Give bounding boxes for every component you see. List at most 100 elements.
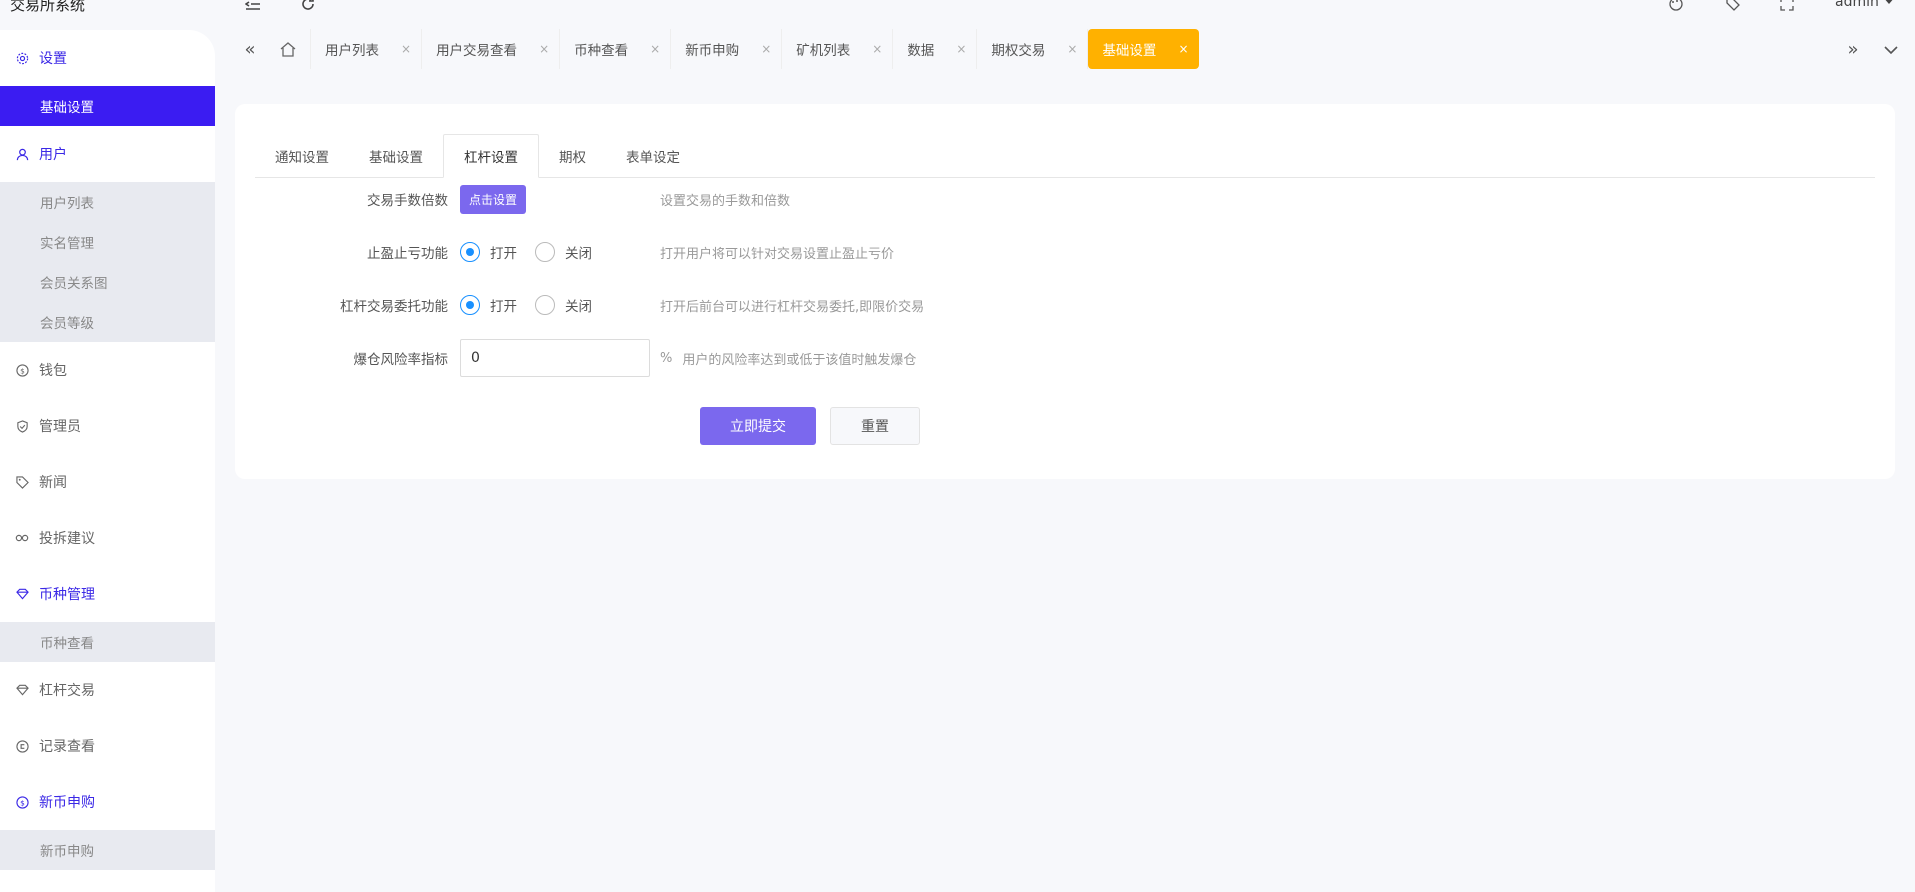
sidebar-group-1: 用户 用户列表 实名管理 会员关系图 会员等级 bbox=[0, 126, 215, 342]
sidebar-item[interactable]: 新币申购 bbox=[0, 830, 215, 870]
diamond-icon bbox=[15, 683, 29, 697]
stop-profit-loss-hint: 打开用户将可以针对交易设置止盈止亏价 bbox=[660, 246, 895, 262]
leverage-entrust-label: 杠杆交易委托功能 bbox=[340, 299, 448, 315]
settings-tab[interactable]: 杠杆设置 bbox=[443, 134, 539, 178]
liquidation-risk-input[interactable] bbox=[460, 339, 650, 377]
liquidation-risk-hint: 用户的风险率达到或低于该值时触发爆仓 bbox=[682, 352, 917, 368]
sidebar-menu-7[interactable]: 杠杆交易 bbox=[0, 662, 215, 718]
sidebar-menu-9[interactable]: $ 新币申购 bbox=[0, 774, 215, 830]
tabs-right-controls: » bbox=[1834, 29, 1910, 69]
reset-button[interactable]: 重置 bbox=[830, 407, 920, 445]
page-tab[interactable]: 期权交易 × bbox=[977, 29, 1089, 69]
sidebar-menu-2[interactable]: $ 钱包 bbox=[0, 342, 215, 398]
sidebar-menu-label: 记录查看 bbox=[39, 739, 95, 755]
entrust-on-radio[interactable]: 打开 bbox=[460, 295, 517, 315]
link-icon bbox=[15, 531, 29, 545]
percent-unit: % bbox=[660, 350, 673, 366]
page-tab[interactable]: 矿机列表 × bbox=[782, 29, 894, 69]
entrust-off-radio[interactable]: 关闭 bbox=[535, 295, 592, 315]
page-tab[interactable]: 用户列表 × bbox=[311, 29, 423, 69]
tag-icon[interactable] bbox=[1725, 0, 1741, 15]
settings-tab[interactable]: 基础设置 bbox=[349, 134, 443, 178]
tabs-scroll-left-icon[interactable]: « bbox=[235, 29, 265, 69]
page-tab[interactable]: 币种查看 × bbox=[560, 29, 672, 69]
radio-unchecked-icon bbox=[535, 242, 555, 262]
stop-profit-loss-label: 止盈止亏功能 bbox=[367, 246, 448, 262]
home-icon[interactable] bbox=[265, 29, 311, 69]
radio-label: 打开 bbox=[490, 299, 517, 315]
page-tab-label: 用户列表 bbox=[325, 43, 379, 59]
sidebar-group-9: $ 新币申购 新币申购 bbox=[0, 774, 215, 870]
svg-text:$: $ bbox=[20, 798, 25, 807]
close-icon[interactable]: × bbox=[401, 42, 411, 56]
tabs-dropdown-icon[interactable] bbox=[1872, 39, 1910, 60]
tabs-scroll-right-icon[interactable]: » bbox=[1834, 39, 1872, 60]
sidebar-menu-label: 投拆建议 bbox=[39, 531, 95, 547]
sidebar-menu-8[interactable]: 记录查看 bbox=[0, 718, 215, 774]
sidebar-menu-label: 币种管理 bbox=[39, 587, 95, 603]
fee-multiplier-hint: 设置交易的手数和倍数 bbox=[660, 193, 791, 209]
close-icon[interactable]: × bbox=[956, 42, 966, 56]
sidebar: 设置 基础设置 用户 用户列表 实名管理 会员关系图 会员等级 $ 钱包 管理员 新闻投拆建议币种管… bbox=[0, 30, 215, 892]
gear-icon bbox=[15, 51, 29, 65]
page-tab[interactable]: 基础设置 × bbox=[1088, 29, 1199, 69]
sidebar-menu-label: 杠杆交易 bbox=[39, 683, 95, 699]
caret-down-icon bbox=[1882, 0, 1895, 4]
close-icon[interactable]: × bbox=[539, 42, 549, 56]
submit-button[interactable]: 立即提交 bbox=[700, 407, 816, 445]
menu-fold-icon[interactable] bbox=[244, 0, 261, 15]
sidebar-menu-5[interactable]: 投拆建议 bbox=[0, 510, 215, 566]
close-icon[interactable]: × bbox=[872, 42, 882, 56]
close-icon[interactable]: × bbox=[761, 42, 771, 56]
settings-tab[interactable]: 通知设置 bbox=[255, 134, 349, 178]
sidebar-menu-4[interactable]: 新闻 bbox=[0, 454, 215, 510]
dollar-icon: $ bbox=[15, 363, 29, 377]
sidebar-group-3: 管理员 bbox=[0, 398, 215, 454]
close-icon[interactable]: × bbox=[1067, 42, 1077, 56]
sidebar-item[interactable]: 用户列表 bbox=[0, 182, 215, 222]
fee-setting-button[interactable]: 点击设置 bbox=[460, 184, 527, 214]
sidebar-item[interactable]: 币种查看 bbox=[0, 622, 215, 662]
sidebar-group-8: 记录查看 bbox=[0, 718, 215, 774]
sidebar-group-4: 新闻 bbox=[0, 454, 215, 510]
page-tab-label: 矿机列表 bbox=[796, 43, 851, 59]
sidebar-menu-1[interactable]: 用户 bbox=[0, 126, 215, 182]
radio-label: 打开 bbox=[490, 246, 517, 262]
sidebar-item[interactable]: 会员关系图 bbox=[0, 262, 215, 302]
page-tabs: 用户列表 × 用户交易查看 × 币种查看 × 新币申购 × 矿机列表 × 数据 × 期权交易 × 基础设置 × bbox=[311, 29, 1199, 69]
svg-text:$: $ bbox=[20, 366, 25, 375]
radio-label: 关闭 bbox=[565, 246, 592, 262]
radio-checked-icon bbox=[460, 242, 480, 262]
stop-on-radio[interactable]: 打开 bbox=[460, 242, 517, 262]
refresh-icon[interactable] bbox=[300, 0, 316, 16]
sidebar-item[interactable]: 实名管理 bbox=[0, 222, 215, 262]
close-icon[interactable]: × bbox=[1178, 42, 1188, 56]
close-icon[interactable]: × bbox=[650, 42, 660, 56]
sidebar-item[interactable]: 会员等级 bbox=[0, 302, 215, 342]
theme-icon[interactable] bbox=[1668, 0, 1684, 15]
sidebar-submenu: 基础设置 bbox=[0, 86, 215, 126]
sidebar-menu-6[interactable]: 币种管理 bbox=[0, 566, 215, 622]
page-tab-label: 期权交易 bbox=[991, 43, 1046, 59]
page-tab[interactable]: 新币申购 × bbox=[671, 29, 783, 69]
sidebar-submenu: 新币申购 bbox=[0, 830, 215, 870]
page-tab[interactable]: 用户交易查看 × bbox=[422, 29, 561, 69]
settings-tab[interactable]: 期权 bbox=[539, 134, 606, 178]
sidebar-group-6: 币种管理币种查看 bbox=[0, 566, 215, 662]
stop-off-radio[interactable]: 关闭 bbox=[535, 242, 592, 262]
page-tab-label: 基础设置 bbox=[1102, 43, 1157, 59]
sidebar-menu-0[interactable]: 设置 bbox=[0, 30, 215, 86]
tag-icon bbox=[15, 475, 29, 489]
page-tab-label: 用户交易查看 bbox=[436, 43, 518, 59]
page-tab[interactable]: 数据 × bbox=[893, 29, 978, 69]
user-menu[interactable]: admin bbox=[1835, 0, 1895, 10]
app-title: 交易所系统 bbox=[10, 0, 86, 14]
sidebar-menu-3[interactable]: 管理员 bbox=[0, 398, 215, 454]
radio-unchecked-icon bbox=[535, 295, 555, 315]
fee-multiplier-label: 交易手数倍数 bbox=[367, 193, 448, 209]
liquidation-risk-label: 爆仓风险率指标 bbox=[353, 352, 449, 368]
sidebar-item[interactable]: 基础设置 bbox=[0, 86, 215, 126]
settings-tab[interactable]: 表单设定 bbox=[606, 134, 700, 178]
fullscreen-icon[interactable] bbox=[1780, 0, 1794, 15]
sidebar-submenu: 用户列表 实名管理 会员关系图 会员等级 bbox=[0, 182, 215, 342]
